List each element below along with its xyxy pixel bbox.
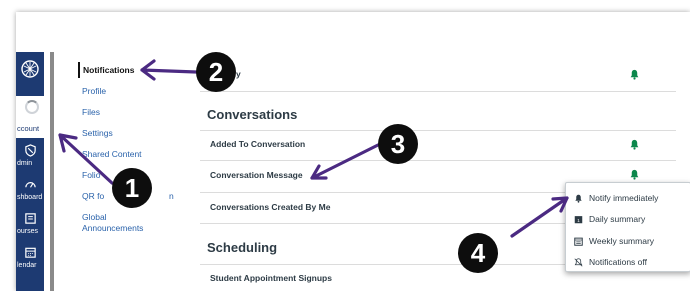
bell-off-icon [574, 257, 583, 267]
subnav-files[interactable]: Files [82, 107, 100, 118]
notification-row-label: Conversation Message [210, 170, 303, 180]
global-nav-label: shboard [17, 194, 43, 201]
subnav-settings[interactable]: Settings [82, 128, 113, 139]
subnav-global-announcements-line2[interactable]: Announcements [82, 223, 143, 234]
shield-icon [25, 144, 36, 157]
calendar-day-icon: 1 [574, 215, 583, 223]
annotation-badge-1: 1 [112, 168, 152, 208]
calendar-icon [25, 247, 36, 258]
subnav-notifications[interactable]: Notifications [83, 65, 134, 76]
menu-item-notifications-off[interactable]: Notifications off [574, 255, 647, 269]
bell-icon [575, 194, 582, 203]
spinner-icon [25, 100, 39, 114]
global-nav-label: lendar [17, 262, 37, 269]
subnav-qr-for-mobile-login-tail[interactable]: n [169, 191, 174, 202]
menu-item-label: Notify immediately [589, 193, 659, 203]
subnav-profile[interactable]: Profile [82, 86, 106, 97]
row-divider [200, 91, 676, 92]
bell-icon[interactable] [629, 139, 640, 150]
subnav-folio[interactable]: Folio [82, 170, 100, 181]
row-divider [200, 130, 676, 131]
annotation-badge-4: 4 [458, 233, 498, 273]
notification-row-label: Added To Conversation [210, 139, 306, 149]
subnav-shared-content[interactable]: Shared Content [82, 149, 142, 160]
notification-row-label: Student Appointment Signups [210, 273, 332, 283]
calendar-week-icon [574, 237, 583, 246]
global-nav-calendar[interactable]: lendar [16, 244, 44, 276]
section-title-conversations: Conversations [207, 107, 298, 122]
notification-frequency-menu: Notify immediately 1 Daily summary Weekl… [565, 182, 690, 272]
notification-row-label: Conversations Created By Me [210, 202, 331, 212]
row-divider [200, 160, 676, 161]
bell-icon[interactable] [629, 169, 640, 180]
global-nav-label: ourses [17, 228, 39, 235]
subnav-global-announcements[interactable]: Global [82, 212, 107, 223]
global-nav-dashboard[interactable]: shboard [16, 176, 44, 208]
active-indicator [78, 62, 80, 78]
global-nav-label: dmin [17, 160, 33, 167]
menu-item-daily-summary[interactable]: 1 Daily summary [574, 212, 645, 226]
global-nav-courses[interactable]: ourses [16, 210, 44, 242]
scrollbar[interactable] [50, 52, 54, 291]
global-nav-admin[interactable]: dmin [16, 142, 44, 174]
menu-item-weekly-summary[interactable]: Weekly summary [574, 234, 654, 248]
dashboard-icon [25, 182, 36, 188]
bell-icon[interactable] [629, 69, 640, 80]
courses-icon [25, 213, 36, 224]
global-nav-account[interactable]: ccount [16, 96, 44, 138]
global-nav-label: ccount [17, 124, 40, 133]
global-nav: ccount dmin shboard ourses lendar [16, 52, 44, 291]
section-title-scheduling: Scheduling [207, 240, 278, 255]
menu-item-label: Notifications off [589, 257, 647, 267]
menu-item-label: Daily summary [589, 214, 646, 224]
annotation-badge-3: 3 [378, 124, 418, 164]
subnav-qr-for-mobile-login[interactable]: QR fo [82, 191, 104, 202]
institution-logo-icon[interactable] [20, 59, 40, 79]
menu-item-notify-immediately[interactable]: Notify immediately [574, 191, 658, 205]
menu-item-label: Weekly summary [589, 236, 655, 246]
annotation-badge-2: 2 [196, 52, 236, 92]
